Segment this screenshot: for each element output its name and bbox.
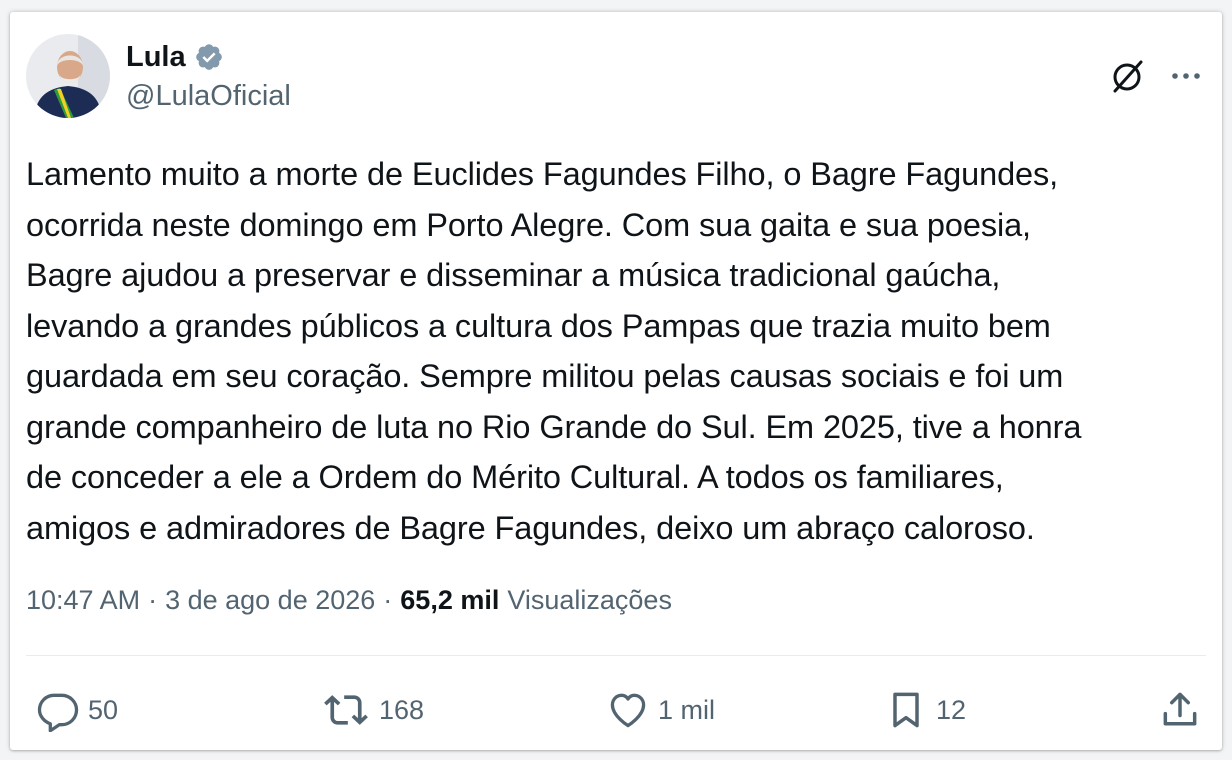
like-icon <box>606 688 650 732</box>
share-button[interactable] <box>1158 682 1202 738</box>
divider <box>26 655 1206 656</box>
bookmark-button[interactable]: 12 <box>884 682 966 738</box>
author-block: Lula @LulaOficial <box>126 40 291 113</box>
action-bar: 50 168 1 mil 12 <box>36 682 1204 738</box>
bookmark-icon <box>884 688 928 732</box>
author-handle[interactable]: @LulaOficial <box>126 80 291 113</box>
tweet-date[interactable]: 3 de ago de 2026 <box>165 585 375 616</box>
tweet-header: Lula @LulaOficial <box>26 34 1208 124</box>
verified-badge-icon <box>194 42 224 72</box>
views-label[interactable]: Visualizações <box>507 585 672 616</box>
repost-count: 168 <box>379 694 425 725</box>
repost-button[interactable]: 168 <box>321 682 424 738</box>
tweet-card: Lula @LulaOficial Lamento muito a morte … <box>10 12 1222 750</box>
share-icon <box>1158 688 1202 732</box>
reply-count: 50 <box>88 694 119 725</box>
like-count: 1 mil <box>658 694 716 725</box>
author-display-name[interactable]: Lula <box>126 41 186 74</box>
bookmark-count: 12 <box>936 694 967 725</box>
views-count[interactable]: 65,2 mil <box>400 585 499 616</box>
like-button[interactable]: 1 mil <box>606 682 715 738</box>
repost-icon <box>321 688 371 732</box>
more-icon[interactable] <box>1166 54 1206 98</box>
tweet-meta: 10:47 AM · 3 de ago de 2026 · 65,2 mil V… <box>26 585 672 616</box>
grok-icon[interactable] <box>1106 54 1150 98</box>
avatar[interactable] <box>26 34 110 118</box>
tweet-time[interactable]: 10:47 AM <box>26 585 140 616</box>
meta-separator: · <box>148 585 158 615</box>
reply-icon <box>36 688 80 732</box>
meta-separator: · <box>383 585 393 615</box>
reply-button[interactable]: 50 <box>36 682 118 738</box>
tweet-text: Lamento muito a morte de Euclides Fagund… <box>26 156 1082 546</box>
